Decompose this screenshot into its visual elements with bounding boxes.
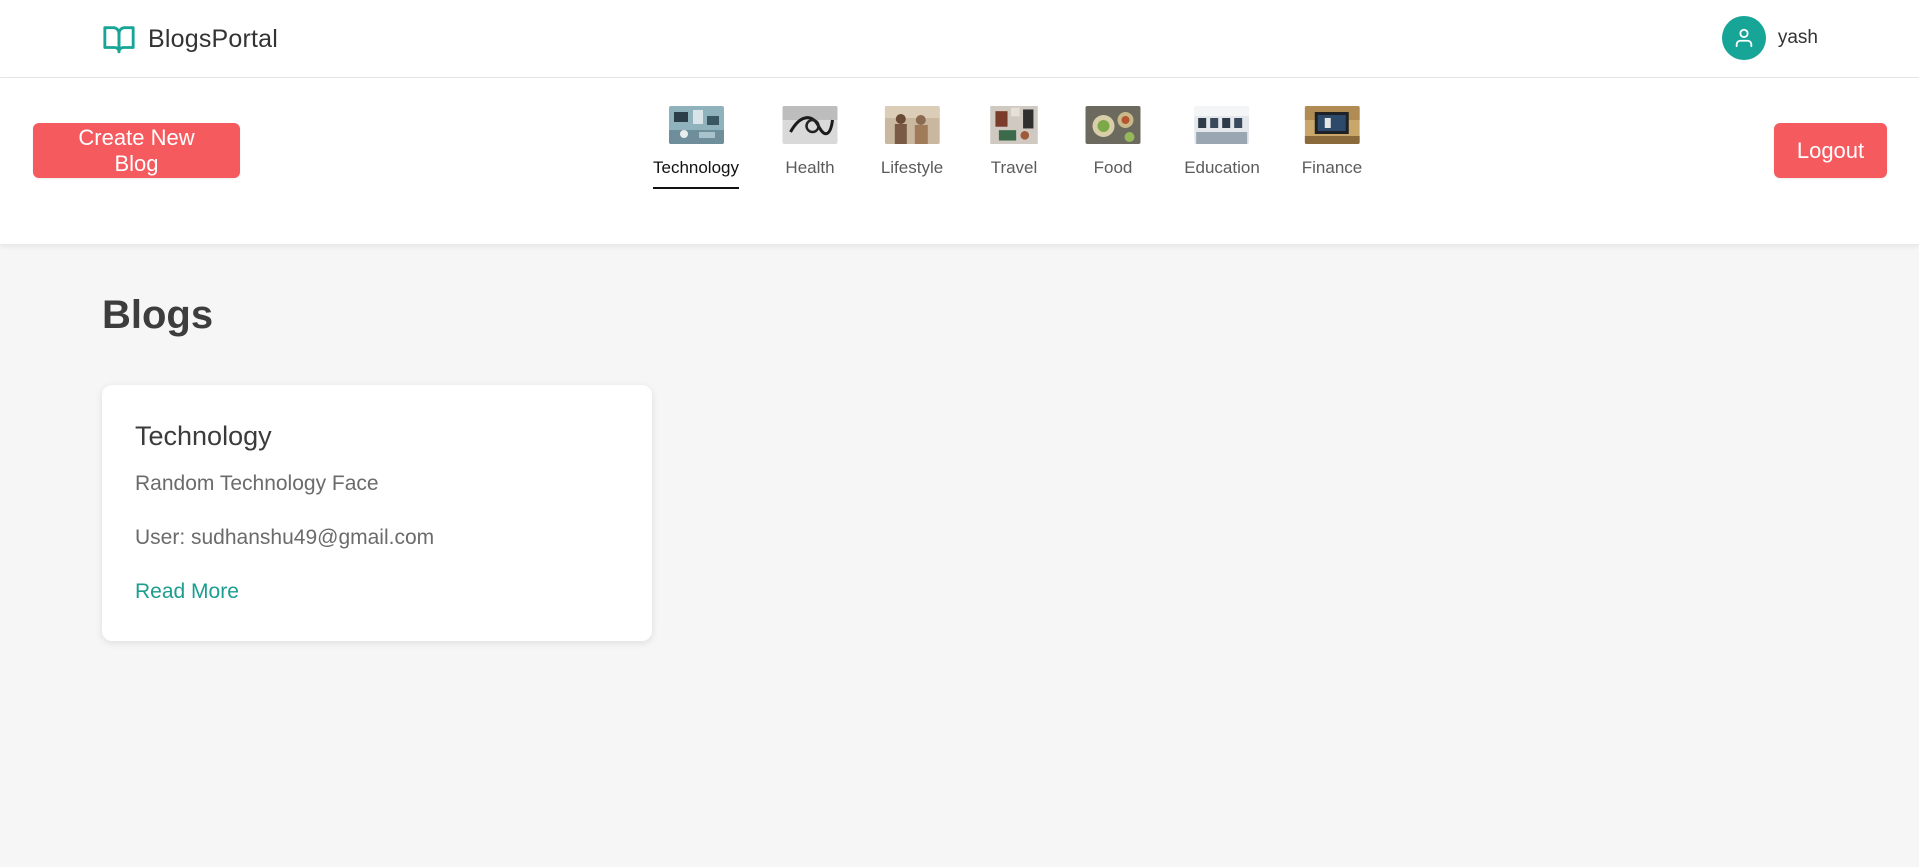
education-thumbnail xyxy=(1194,106,1250,144)
finance-thumbnail xyxy=(1304,106,1360,144)
category-label: Food xyxy=(1093,158,1133,177)
food-thumbnail xyxy=(1085,106,1141,144)
top-navbar: BlogsPortal yash xyxy=(0,0,1919,78)
category-label: Technology xyxy=(652,158,740,189)
read-more-link[interactable]: Read More xyxy=(135,580,239,604)
blog-card-description: Random Technology Face xyxy=(135,472,379,495)
blog-card: Technology Random Technology Face User: … xyxy=(102,385,652,641)
category-food[interactable]: Food xyxy=(1085,106,1141,189)
category-lifestyle[interactable]: Lifestyle xyxy=(881,106,943,189)
user-icon xyxy=(1735,28,1753,48)
category-label: Finance xyxy=(1301,158,1363,177)
avatar xyxy=(1721,16,1766,60)
brand-link[interactable]: BlogsPortal xyxy=(102,22,278,56)
category-label: Travel xyxy=(990,158,1038,177)
health-thumbnail xyxy=(782,106,838,144)
technology-thumbnail xyxy=(668,106,724,144)
category-label: Lifestyle xyxy=(880,158,944,177)
category-nav: Technology Health Lifestyle Travel Food … xyxy=(0,78,1919,245)
category-label: Education xyxy=(1184,158,1260,177)
category-label: Health xyxy=(785,158,835,177)
lifestyle-thumbnail xyxy=(884,106,940,144)
category-travel[interactable]: Travel xyxy=(987,106,1042,189)
brand-name: BlogsPortal xyxy=(148,24,279,53)
category-education[interactable]: Education xyxy=(1184,106,1260,189)
blog-card-user: User: sudhanshu49@gmail.com xyxy=(135,526,435,549)
user-menu[interactable]: yash xyxy=(1721,16,1818,60)
category-health[interactable]: Health xyxy=(782,106,838,189)
open-book-icon xyxy=(103,26,135,54)
category-technology[interactable]: Technology xyxy=(652,106,740,189)
travel-thumbnail xyxy=(990,106,1038,144)
user-name: yash xyxy=(1777,27,1818,48)
logout-button[interactable]: Logout xyxy=(1774,123,1887,178)
page-title: Blogs xyxy=(102,293,214,337)
category-bar: Create New Blog Technology Health Lifest… xyxy=(0,78,1919,245)
blog-card-category: Technology xyxy=(135,421,272,451)
category-finance[interactable]: Finance xyxy=(1302,106,1362,189)
